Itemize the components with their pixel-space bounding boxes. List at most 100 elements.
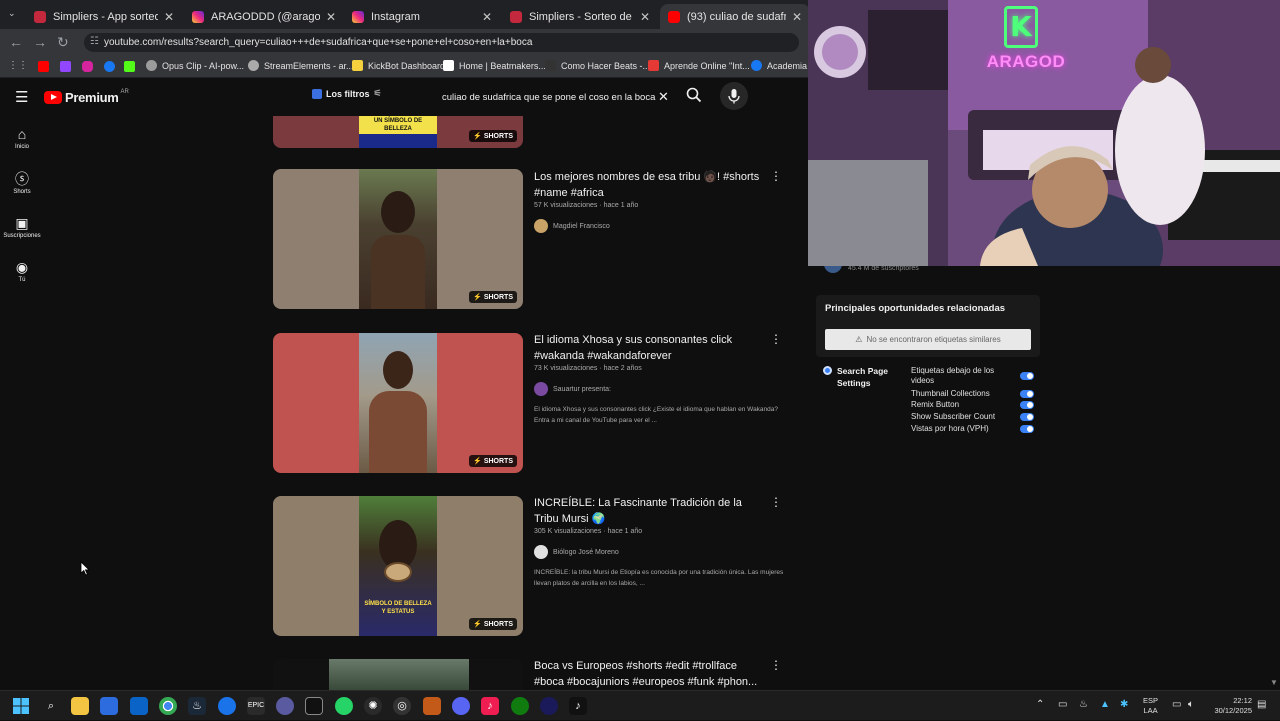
channel-link[interactable]: Sauartur presenta: [534,382,611,396]
language-indicator[interactable]: ESP LAA [1143,696,1158,716]
close-icon[interactable]: ✕ [640,10,650,24]
xbox-icon[interactable] [511,697,529,715]
video-thumbnail-partial[interactable]: UN SÍMBOLO DE BELLEZA ⚡ SHORTS [273,116,523,148]
video-title[interactable]: El idioma Xhosa y sus consonantes click … [534,332,762,364]
apps-grid-icon[interactable]: ⋮⋮ [8,60,28,71]
browser-tab-simpliers-sorteo[interactable]: Simpliers - Sorteo de ARAGOD ✕ [502,4,658,29]
video-thumbnail[interactable]: ⚡ SHORTS [273,333,523,473]
bookmark-facebook[interactable] [104,61,115,72]
toggle-subscriber-count[interactable] [1020,413,1034,421]
more-options-icon[interactable]: ⋮ [770,332,782,346]
browser-tab-simpliers[interactable]: Simpliers - App sorteos de forr ✕ [26,4,182,29]
chrome-icon[interactable] [159,697,177,715]
channel-link[interactable]: Biólogo José Moreno [534,545,619,559]
no-tags-button[interactable]: ⚠ No se encontraron etiquetas similares [825,329,1031,350]
chatgpt-icon[interactable]: ✺ [364,697,382,715]
scroll-down-icon[interactable]: ▼ [1270,678,1278,687]
close-icon[interactable]: ✕ [164,10,174,24]
tiktok-icon[interactable]: ♪ [481,697,499,715]
toggle-tags-below-videos[interactable] [1020,372,1034,380]
bookmark-como-hacer-beats[interactable]: Como Hacer Beats -... [545,60,650,71]
more-options-icon[interactable]: ⋮ [770,169,782,183]
video-thumbnail[interactable] [273,659,523,690]
browser-tab-instagram[interactable]: Instagram ✕ [344,4,500,29]
app-icon[interactable] [423,697,441,715]
site-info-icon[interactable]: ☷ [90,36,99,47]
app-icon[interactable] [540,697,558,715]
video-thumbnail[interactable]: SÍMBOLO DE BELLEZA Y ESTATUS ⚡ SHORTS [273,496,523,636]
back-icon[interactable]: ← [9,34,23,50]
video-thumbnail[interactable]: ⚡ SHORTS [273,169,523,309]
toggle-vph[interactable] [1020,425,1034,433]
bookmark-streamelements[interactable]: StreamElements - ar... [248,60,354,71]
tab-search-icon[interactable]: ⌄ [8,8,16,19]
bookmark-academia[interactable]: Academia d [751,60,815,71]
bookmark-twitch[interactable] [60,61,71,72]
notifications-icon[interactable]: ▤ [1257,699,1266,710]
bookmark-beatmakers[interactable]: Home | Beatmakers... [443,60,546,71]
steam-tray-icon[interactable]: ♨ [1079,699,1088,710]
search-input[interactable]: culiao de sudafrica que se pone el coso … [434,92,656,103]
address-bar[interactable]: ☷ youtube.com/results?search_query=culia… [84,33,799,52]
sidebar-item-suscripciones[interactable]: ▣ Suscripciones [0,215,44,239]
tray-app-icon[interactable]: ▭ [1058,699,1067,710]
tiktok-live-icon[interactable]: ♪ [569,697,587,715]
store-icon[interactable] [100,697,118,715]
tray-app-icon[interactable]: ▲ [1100,699,1110,710]
browser-icon[interactable] [218,697,236,715]
bookmark-youtube[interactable] [38,61,49,72]
clock[interactable]: 22:12 30/12/2025 [1206,696,1252,716]
discord-icon[interactable] [452,697,470,715]
voice-search-icon[interactable] [720,82,748,110]
windows-start-icon[interactable] [12,697,30,715]
search-icon[interactable]: ⌕ [42,697,60,715]
toggle-remix-button[interactable] [1020,401,1034,409]
more-options-icon[interactable]: ⋮ [770,495,782,509]
search-icon[interactable] [686,87,702,103]
youtube-logo[interactable]: Premium AR [44,89,129,105]
close-icon[interactable]: ✕ [326,10,336,24]
bookmark-kickbot[interactable]: KickBot Dashboard [352,60,445,71]
menu-icon[interactable]: ☰ [15,88,28,106]
bookmark-aprende-online[interactable]: Aprende Online "Int... [648,60,750,71]
obs-icon[interactable]: ◎ [393,697,411,715]
video-title[interactable]: INCREÍBLE: La Fascinante Tradición de la… [534,495,762,527]
video-title[interactable]: Los mejores nombres de esa tribu 🧑🏿! #sh… [534,169,762,201]
whatsapp-icon[interactable] [335,697,353,715]
file-explorer-icon[interactable] [71,697,89,715]
more-options-icon[interactable]: ⋮ [770,658,782,672]
capcut-icon[interactable] [305,697,323,715]
bookmark-instagram[interactable] [82,61,93,72]
video-meta: 73 K visualizaciones · hace 2 años [534,365,642,372]
tab-title: ARAGODDD (@aragoddd) • Fo [211,10,320,23]
clear-search-icon[interactable]: ✕ [658,89,669,105]
network-icon[interactable]: ▭ [1172,699,1181,710]
steam-icon[interactable]: ♨ [188,697,206,715]
epic-games-icon[interactable]: EPIC [247,697,265,715]
bookmark-kick[interactable] [124,61,135,72]
close-icon[interactable]: ✕ [482,10,492,24]
volume-icon[interactable]: 🔈︎ [1188,699,1194,710]
forward-icon[interactable]: → [33,34,47,50]
sidebar-item-inicio[interactable]: ⌂ Inicio [0,126,44,150]
video-title[interactable]: Boca vs Europeos #shorts #edit #trollfac… [534,658,762,690]
reload-icon[interactable]: ↻ [57,34,69,51]
sidebar-label: Shorts [13,189,31,195]
search-box[interactable]: culiao de sudafrica que se pone el coso … [434,84,674,110]
close-icon[interactable]: ✕ [792,10,802,24]
toggle-thumbnail-collections[interactable] [1020,390,1034,398]
browser-tab-youtube[interactable]: (93) culiao de sudafrica que se ✕ [660,4,810,29]
app-icon[interactable] [276,697,294,715]
aprende-icon [648,60,659,71]
browser-tab-aragoddd[interactable]: ARAGODDD (@aragoddd) • Fo ✕ [184,4,344,29]
sidebar-item-shorts[interactable]: ⓢ Shorts [0,171,44,195]
settings-radio-icon[interactable] [823,366,832,375]
tray-app-icon[interactable]: ✱ [1120,699,1128,710]
bookmark-opus-clip[interactable]: Opus Clip - AI-pow... [146,60,244,71]
filters-button[interactable]: Los filtros ⚟ [312,88,382,99]
outlook-icon[interactable] [130,697,148,715]
bookmark-label: Como Hacer Beats -... [561,60,651,71]
sidebar-item-tu[interactable]: ◉ Tú [0,259,44,283]
show-hidden-icons[interactable]: ⌃ [1036,699,1044,710]
channel-link[interactable]: Magdiel Francisco [534,219,610,233]
